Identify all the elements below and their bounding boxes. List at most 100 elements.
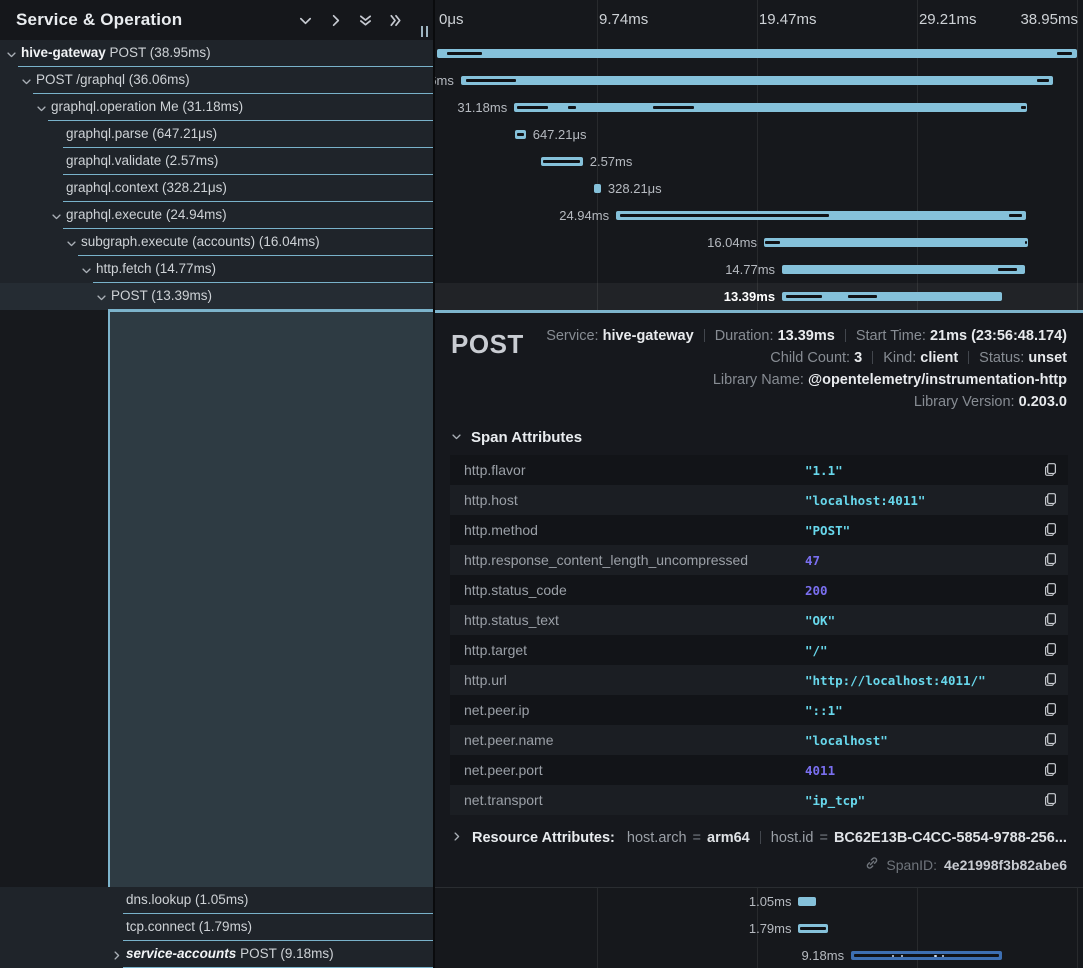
attribute-value: "POST" — [805, 523, 850, 538]
double-chevron-down-icon[interactable] — [355, 10, 375, 30]
child-span-marker — [786, 295, 821, 298]
timeline-row[interactable]: 24.94ms — [435, 202, 1083, 229]
copy-icon[interactable] — [1042, 792, 1058, 808]
tree-row[interactable]: graphql.operation Me (31.18ms) — [0, 94, 433, 121]
tree-row[interactable]: graphql.parse (647.21μs) — [0, 121, 433, 148]
attribute-row[interactable]: http.target"/" — [450, 635, 1068, 665]
attribute-row[interactable]: net.peer.ip"::1" — [450, 695, 1068, 725]
copy-icon[interactable] — [1042, 702, 1058, 718]
chevron-down-icon[interactable] — [81, 263, 92, 281]
link-icon[interactable] — [865, 856, 879, 873]
attribute-row[interactable]: net.peer.port4011 — [450, 755, 1068, 785]
chevron-down-icon[interactable] — [96, 290, 107, 308]
chevron-down-icon[interactable] — [6, 47, 17, 65]
timeline-row[interactable]: 31.18ms — [435, 94, 1083, 121]
tree-row[interactable]: graphql.validate (2.57ms) — [0, 148, 433, 175]
tree-row[interactable]: http.fetch (14.77ms) — [0, 256, 433, 283]
tree-row[interactable]: service-accounts POST (9.18ms) — [0, 941, 433, 968]
timeline-gridline — [1077, 0, 1078, 40]
attribute-row[interactable]: http.url"http://localhost:4011/" — [450, 665, 1068, 695]
chevron-down-icon[interactable] — [51, 209, 62, 227]
timeline-row[interactable]: 13.39ms — [435, 283, 1083, 310]
attribute-key: http.method — [464, 522, 805, 538]
attribute-row[interactable]: http.method"POST" — [450, 515, 1068, 545]
timeline-rows: 38.95ms36.06ms31.18ms647.21μs2.57ms328.2… — [435, 40, 1083, 310]
copy-icon[interactable] — [1042, 462, 1058, 478]
tree-row[interactable]: tcp.connect (1.79ms) — [0, 914, 433, 941]
span-bar[interactable] — [514, 103, 1026, 112]
tree-row[interactable]: hive-gateway POST (38.95ms) — [0, 40, 433, 67]
span-label: hive-gateway POST (38.95ms) — [21, 45, 211, 60]
timeline-row[interactable]: 38.95ms — [435, 40, 1083, 67]
tree-row[interactable]: subgraph.execute (accounts) (16.04ms) — [0, 229, 433, 256]
child-span-marker — [854, 954, 999, 957]
span-bar[interactable] — [515, 130, 526, 139]
span-meta-line: Library Version: 0.203.0 — [524, 391, 1067, 413]
span-attributes-title: Span Attributes — [471, 429, 582, 446]
timeline-row[interactable]: 14.77ms — [435, 256, 1083, 283]
meta-value: hive-gateway — [603, 328, 694, 344]
resource-key: host.arch — [627, 830, 687, 846]
span-bar[interactable] — [782, 292, 1002, 301]
tree-row[interactable]: POST /graphql (36.06ms) — [0, 67, 433, 94]
chevron-down-icon[interactable] — [66, 236, 77, 254]
copy-icon[interactable] — [1042, 492, 1058, 508]
timeline-row[interactable]: 328.21μs — [435, 175, 1083, 202]
chevron-down-icon[interactable] — [295, 10, 315, 30]
chevron-down-icon[interactable] — [21, 74, 32, 92]
copy-icon[interactable] — [1042, 612, 1058, 628]
service-operation-pane: Service & Operation hive-gateway POST (3… — [0, 0, 433, 968]
attribute-key: net.peer.ip — [464, 702, 805, 718]
copy-icon[interactable] — [1042, 672, 1058, 688]
resource-attributes[interactable]: Resource Attributes: host.arch=arm64host… — [451, 830, 1067, 846]
copy-icon[interactable] — [1042, 522, 1058, 538]
span-bar[interactable] — [437, 49, 1077, 58]
copy-icon[interactable] — [1042, 582, 1058, 598]
duration-label: 9.18ms — [801, 948, 844, 963]
tree-row[interactable]: graphql.execute (24.94ms) — [0, 202, 433, 229]
double-chevron-right-icon[interactable] — [385, 10, 405, 30]
span-bar[interactable] — [851, 951, 1002, 960]
timeline-row[interactable]: 36.06ms — [435, 67, 1083, 94]
timeline-gridline — [917, 0, 918, 40]
timeline-row[interactable]: 16.04ms — [435, 229, 1083, 256]
copy-icon[interactable] — [1042, 642, 1058, 658]
span-bar[interactable] — [764, 238, 1028, 247]
timeline-row[interactable]: 1.05ms — [435, 888, 1083, 915]
span-bar[interactable] — [782, 265, 1025, 274]
timeline-row[interactable]: 647.21μs — [435, 121, 1083, 148]
copy-icon[interactable] — [1042, 552, 1058, 568]
span-bar[interactable] — [461, 76, 1054, 85]
service-operation-header: Service & Operation — [0, 0, 433, 40]
span-bar[interactable] — [798, 897, 815, 906]
span-bar[interactable] — [798, 924, 827, 933]
span-detail-panel: POST Service: hive-gatewayDuration: 13.3… — [435, 310, 1083, 887]
span-bar[interactable] — [541, 157, 583, 166]
attribute-row[interactable]: http.flavor"1.1" — [450, 455, 1068, 485]
attribute-row[interactable]: http.response_content_length_uncompresse… — [450, 545, 1068, 575]
attribute-row[interactable]: http.host"localhost:4011" — [450, 485, 1068, 515]
attribute-row[interactable]: http.status_code200 — [450, 575, 1068, 605]
tree-row[interactable]: graphql.context (328.21μs) — [0, 175, 433, 202]
chevron-right-icon[interactable] — [325, 10, 345, 30]
timeline-row[interactable]: 2.57ms — [435, 148, 1083, 175]
span-bar[interactable] — [616, 211, 1026, 220]
timeline-row[interactable]: 9.18ms — [435, 942, 1083, 968]
pane-resize-handle[interactable] — [418, 24, 430, 38]
span-label: graphql.operation Me (31.18ms) — [51, 99, 243, 114]
chevron-down-icon[interactable] — [36, 101, 47, 119]
timeline-row[interactable]: 1.79ms — [435, 915, 1083, 942]
attribute-row[interactable]: http.status_text"OK" — [450, 605, 1068, 635]
timeline-gridline — [757, 0, 758, 40]
axis-tick-label: 0μs — [439, 11, 464, 28]
span-bar[interactable] — [594, 184, 601, 193]
copy-icon[interactable] — [1042, 762, 1058, 778]
copy-icon[interactable] — [1042, 732, 1058, 748]
attribute-row[interactable]: net.transport"ip_tcp" — [450, 785, 1068, 815]
attribute-value: "http://localhost:4011/" — [805, 673, 986, 688]
span-attributes-section-header[interactable]: Span Attributes — [451, 429, 1067, 446]
tree-row[interactable]: POST (13.39ms) — [0, 283, 433, 310]
tree-row[interactable]: dns.lookup (1.05ms) — [0, 887, 433, 914]
chevron-right-icon[interactable] — [111, 948, 122, 966]
attribute-row[interactable]: net.peer.name"localhost" — [450, 725, 1068, 755]
